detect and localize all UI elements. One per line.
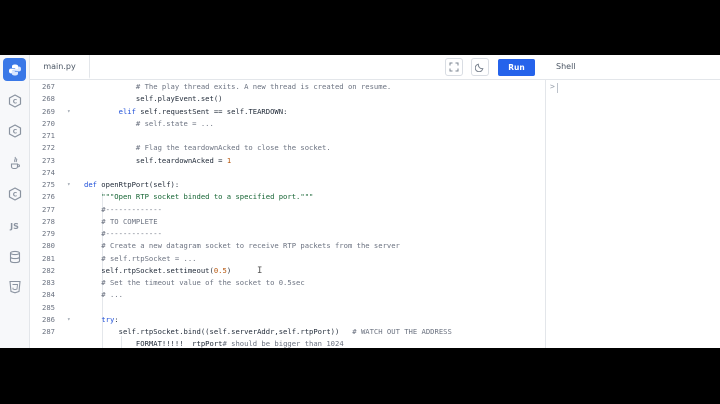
line-number: 270 <box>42 118 55 128</box>
code-line[interactable]: 274 <box>30 167 545 179</box>
code-line[interactable]: 273 self.teardownAcked = 1 <box>30 155 545 167</box>
shell-title: Shell <box>556 55 576 79</box>
code-text: """Open RTP socket binded to a specified… <box>84 192 314 202</box>
code-text: self.playEvent.set() <box>84 94 223 104</box>
code-line[interactable]: 271 <box>30 130 545 142</box>
code-line[interactable]: 269 ▾ elif self.requestSent == self.TEARD… <box>30 106 545 118</box>
line-number: 287 <box>42 327 55 336</box>
line-number: 280 <box>42 241 55 251</box>
line-number: 284 <box>42 290 55 300</box>
javascript-label: JS <box>10 222 19 231</box>
code-line[interactable]: 276 """Open RTP socket binded to a speci… <box>30 191 545 203</box>
code-text: # Set the timeout value of the socket to… <box>84 278 305 287</box>
svg-text:C: C <box>12 128 17 135</box>
code-text: # Create a new datagram socket to receiv… <box>84 241 400 251</box>
code-line[interactable]: 278 # TO COMPLETE <box>30 216 545 228</box>
line-number: 279 <box>42 229 55 238</box>
line-number: 275 <box>42 180 55 189</box>
svg-text:C: C <box>12 98 17 105</box>
code-text: # self.rtpSocket = ... <box>84 253 197 263</box>
fold-chevron-icon[interactable]: ▾ <box>67 106 75 118</box>
code-line[interactable]: FORMAT!!!!! rtpPort# should be bigger th… <box>30 338 545 348</box>
java-icon[interactable] <box>3 151 26 174</box>
code-line[interactable]: 283 # Set the timeout value of the socke… <box>30 277 545 289</box>
line-number: 286 <box>42 314 55 324</box>
shell-input-caret[interactable] <box>557 83 558 93</box>
code-text: # Flag the teardownAcked to close the so… <box>84 143 331 153</box>
language-sidebar: C C C JS <box>0 55 30 348</box>
code-text: self.rtpSocket.settimeout(0.5) <box>84 265 232 275</box>
shell-title-text: Shell <box>556 62 576 71</box>
code-line[interactable]: 272 # Flag the teardownAcked to close th… <box>30 142 545 154</box>
code-text: # The play thread exits. A new thread is… <box>84 82 392 91</box>
line-number: 278 <box>42 216 55 226</box>
code-line[interactable]: 267 # The play thread exits. A new threa… <box>30 81 545 93</box>
code-line[interactable]: 282 self.rtpSocket.settimeout(0.5) <box>30 265 545 277</box>
line-number: 277 <box>42 204 55 214</box>
run-label: Run <box>508 63 525 72</box>
moon-icon[interactable] <box>471 58 489 76</box>
code-line[interactable]: 285 <box>30 302 545 314</box>
code-text: self.teardownAcked = 1 <box>84 155 232 165</box>
tab-label: main.py <box>43 61 76 71</box>
code-line[interactable]: 268 self.playEvent.set() <box>30 93 545 105</box>
line-number: 281 <box>42 253 55 263</box>
code-text: FORMAT!!!!! rtpPort# should be bigger th… <box>84 339 344 348</box>
code-text: def openRtpPort(self): <box>84 180 180 189</box>
database-icon[interactable] <box>3 245 26 268</box>
html-icon[interactable] <box>3 275 26 298</box>
fold-chevron-icon[interactable]: ▾ <box>67 179 75 191</box>
text-cursor-icon: I <box>257 266 263 276</box>
code-text: self.rtpSocket.bind((self.serverAddr,sel… <box>84 327 452 336</box>
code-line[interactable]: 275 ▾ def openRtpPort(self): <box>30 179 545 191</box>
line-number: 267 <box>42 82 55 91</box>
code-text: elif self.requestSent == self.TEARDOWN: <box>118 106 288 116</box>
panel-divider[interactable] <box>545 80 546 348</box>
c-icon[interactable]: C <box>3 89 26 112</box>
code-text: # TO COMPLETE <box>84 216 158 226</box>
code-text: #------------- <box>84 204 162 214</box>
fullscreen-icon[interactable] <box>445 58 463 76</box>
tab-main-py[interactable]: main.py <box>30 55 90 79</box>
shell-prompt: > <box>550 82 555 91</box>
line-number: 272 <box>42 143 55 153</box>
code-line[interactable]: 286 ▾ try: <box>30 314 545 326</box>
python-logo-icon[interactable] <box>3 58 26 81</box>
code-line[interactable]: 270 # self.state = ... <box>30 118 545 130</box>
code-line[interactable]: 281 # self.rtpSocket = ... <box>30 253 545 265</box>
code-text: # self.state = ... <box>84 118 214 128</box>
code-text: # ... <box>84 290 123 300</box>
line-number: 276 <box>42 192 55 202</box>
run-button[interactable]: Run <box>498 59 535 76</box>
line-number: 282 <box>42 265 55 275</box>
code-editor[interactable]: 267 # The play thread exits. A new threa… <box>30 80 545 348</box>
line-number: 269 <box>42 106 55 116</box>
line-number: 274 <box>42 167 55 177</box>
fold-chevron-icon[interactable]: ▾ <box>67 314 75 326</box>
code-text: #------------- <box>84 229 162 238</box>
code-line[interactable]: 280 # Create a new datagram socket to re… <box>30 240 545 252</box>
line-number: 285 <box>42 302 55 312</box>
line-number: 271 <box>42 131 55 140</box>
cpp-icon[interactable]: C <box>3 119 26 142</box>
line-number: 283 <box>42 278 55 287</box>
ide-window: C C C JS main.py Run Shell > 267 # The p… <box>0 55 720 348</box>
csharp-icon[interactable]: C <box>3 182 26 205</box>
code-line[interactable]: 279 #------------- <box>30 228 545 240</box>
code-text: try: <box>101 314 119 324</box>
code-line[interactable]: 284 # ... <box>30 289 545 301</box>
top-bar: main.py Run Shell <box>30 55 720 80</box>
svg-text:C: C <box>12 191 17 198</box>
line-number: 268 <box>42 94 55 104</box>
javascript-icon[interactable]: JS <box>3 215 26 238</box>
code-line[interactable]: 277 #------------- <box>30 204 545 216</box>
line-number: 273 <box>42 155 55 165</box>
code-line[interactable]: 287 self.rtpSocket.bind((self.serverAddr… <box>30 326 545 338</box>
